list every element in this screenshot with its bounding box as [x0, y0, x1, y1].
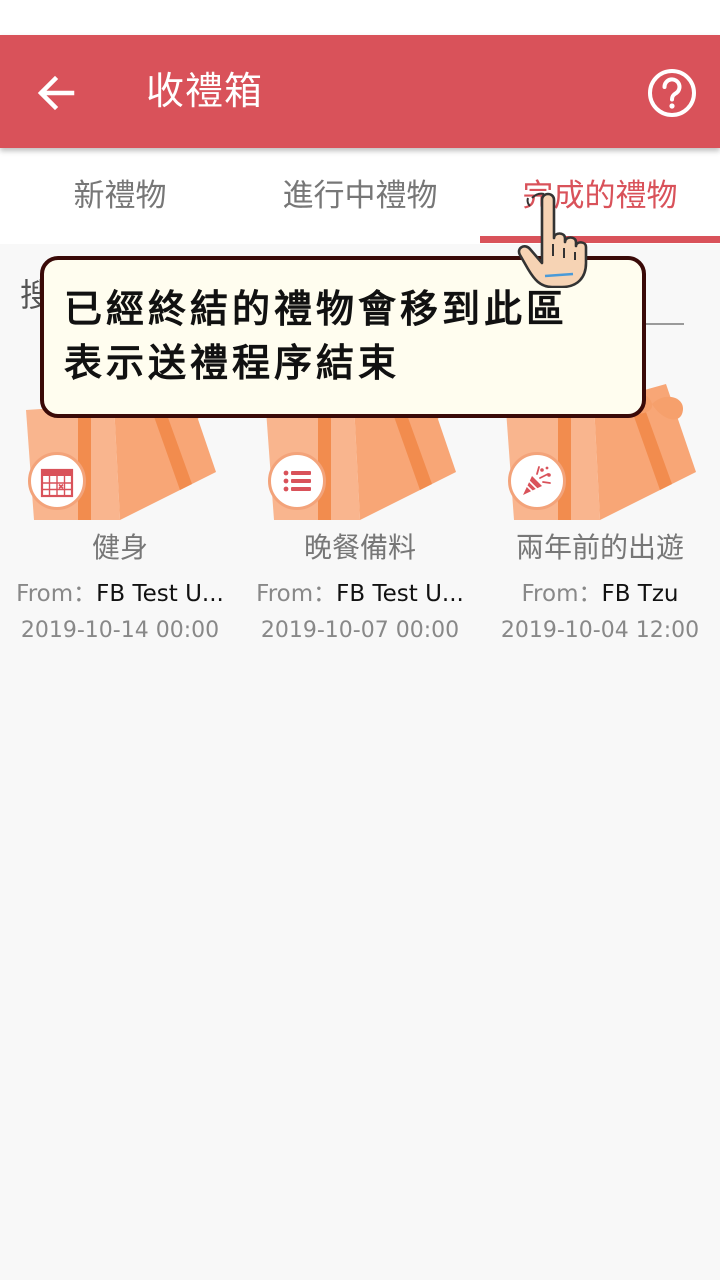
gift-from: From：FB Tzu [490, 574, 710, 608]
tab-bar: 新禮物 進行中禮物 完成的禮物 [0, 148, 720, 244]
arrow-left-icon [37, 75, 75, 111]
pointing-hand-icon [517, 192, 588, 288]
tooltip-line-1: 已經終結的禮物會移到此區 [64, 286, 569, 331]
sender-name: FB Tzu [601, 581, 679, 607]
gift-name: 兩年前的出遊 [515, 531, 684, 564]
gift-card[interactable]: 晚餐備料 From：FB Test U... 2019-10-07 00:00 [240, 380, 480, 660]
gift-card[interactable]: 兩年前的出遊 From：FB Tzu 2019-10-04 12:00 [480, 380, 720, 660]
back-button[interactable] [28, 65, 84, 121]
gift-type-badge [268, 452, 326, 510]
gift-date: 2019-10-04 12:00 [500, 618, 700, 643]
app-bar: 收禮箱 [0, 35, 720, 148]
tooltip-line-2: 表示送禮程序結束 [64, 340, 401, 385]
from-label: From： [16, 581, 97, 607]
gift-date: 2019-10-07 00:00 [260, 618, 460, 643]
gift-name: 健身 [91, 531, 148, 564]
list-icon [283, 470, 311, 492]
calendar-icon [40, 468, 74, 498]
page-title: 收禮箱 [146, 69, 264, 113]
sender-name: FB Test U... [336, 581, 464, 607]
gift-from: From：FB Test U... [10, 574, 230, 608]
help-circle-icon [648, 69, 696, 117]
status-bar [0, 0, 720, 35]
from-label: From： [256, 581, 337, 607]
help-button[interactable] [646, 67, 698, 119]
gift-date: 2019-10-14 00:00 [20, 618, 220, 643]
from-label: From： [521, 581, 602, 607]
gift-card[interactable]: 健身 From：FB Test U... 2019-10-14 00:00 [0, 380, 240, 660]
gift-name: 晚餐備料 [303, 531, 416, 564]
tab-in-progress-gifts[interactable]: 進行中禮物 [240, 148, 480, 244]
gift-type-badge [28, 452, 86, 510]
sender-name: FB Test U... [96, 581, 224, 607]
tab-new-gifts[interactable]: 新禮物 [0, 148, 240, 244]
gift-type-badge [508, 452, 566, 510]
party-popper-icon [523, 466, 551, 495]
gift-from: From：FB Test U... [250, 574, 470, 608]
